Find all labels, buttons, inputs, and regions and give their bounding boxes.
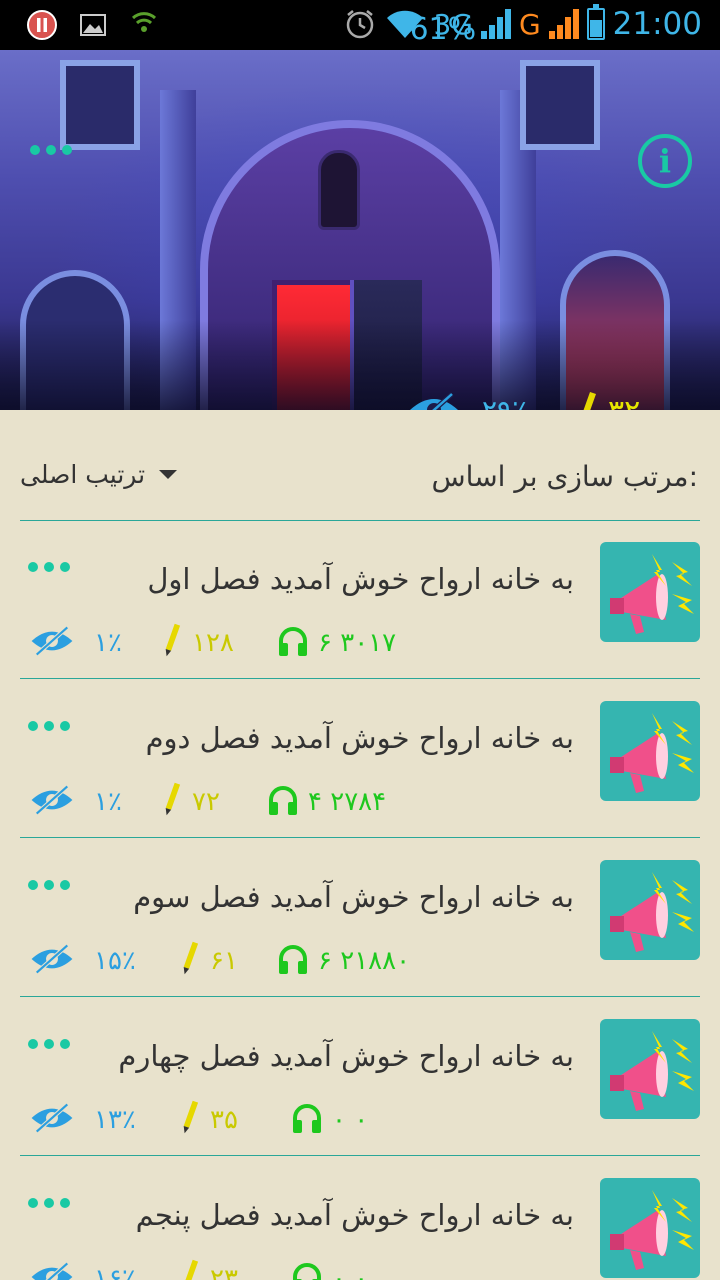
signal-sim2-icon: [548, 9, 579, 39]
pencil-icon: [583, 392, 596, 410]
chapter-read-percent: ۱٪: [94, 787, 122, 817]
wifi-hotspot-icon: [131, 12, 157, 32]
eye-off-icon: [410, 392, 458, 410]
chapter-notes-count: ۳۵: [210, 1105, 238, 1135]
chapter-notes-count: ۷۲: [192, 787, 220, 817]
chapter-title: به خانه ارواح خوش آمدید فصل اول: [147, 562, 574, 596]
signal-sim1-icon: [480, 9, 511, 39]
alarm-icon: [347, 10, 374, 39]
battery-percent: 61%: [409, 12, 477, 47]
chapter-more-button[interactable]: [28, 1039, 70, 1049]
chapter-stats: ۱۳٪ ۳۵ ۰ ۰: [28, 1099, 428, 1139]
pencil-icon: [185, 1259, 199, 1280]
dropdown-caret-icon: [159, 470, 178, 479]
chapter-read-percent: ۱۳٪: [94, 1105, 136, 1135]
chapter-listens-count: ۰ ۰: [332, 1264, 369, 1280]
headphones-icon: [293, 1263, 321, 1280]
eye-off-icon: [31, 943, 73, 975]
chapter-listens-count: ۴ ۲۷۸۴: [308, 787, 387, 817]
headphones-icon: [293, 1104, 321, 1133]
pause-icon: [27, 10, 57, 40]
chapter-title: به خانه ارواح خوش آمدید فصل چهارم: [118, 1039, 574, 1073]
headphones-icon: [279, 627, 307, 656]
chapter-stats: ۱٪ ۷۲ ۴ ۲۷۸۴: [28, 781, 428, 821]
pencil-icon: [183, 1100, 199, 1134]
list-item[interactable]: به خانه ارواح خوش آمدید فصل چهارم ۱۳٪ ۳۵…: [0, 997, 720, 1155]
megaphone-icon: [600, 860, 700, 960]
megaphone-icon: [600, 542, 700, 642]
megaphone-icon: [600, 1019, 700, 1119]
more-menu-button[interactable]: [30, 145, 72, 155]
eye-off-icon: [31, 784, 73, 816]
network-g-label: G: [518, 7, 541, 41]
megaphone-icon: [600, 1178, 700, 1278]
pencil-icon: [183, 941, 199, 975]
clock: 21:00: [612, 6, 702, 42]
sort-bar: مرتب سازی بر اساس: ترتیب اصلی: [0, 430, 720, 520]
chapter-listens-count: ۰ ۰: [332, 1105, 369, 1135]
chapter-read-percent: ۱۶٪: [94, 1264, 136, 1280]
sort-label: مرتب سازی بر اساس:: [431, 460, 699, 493]
eye-off-icon: [31, 1102, 73, 1134]
chapter-notes-count: ۱۲۸: [192, 628, 234, 658]
eye-off-icon: [31, 625, 73, 657]
pencil-icon: [165, 782, 181, 816]
list-item[interactable]: به خانه ارواح خوش آمدید فصل دوم ۱٪ ۷۲ ۴ …: [0, 679, 720, 837]
megaphone-icon: [600, 701, 700, 801]
chapter-notes-count: ۲۳: [210, 1264, 238, 1280]
sort-dropdown[interactable]: ترتیب اصلی: [20, 460, 178, 489]
chapter-more-button[interactable]: [28, 562, 70, 572]
chapter-read-percent: ۱۵٪: [94, 946, 136, 976]
chapter-list: به خانه ارواح خوش آمدید فصل اول ۱٪ ۱۲۸ ۶…: [0, 520, 720, 1280]
chapter-stats: ۱۵٪ ۶۱ ۶ ۲۱۸۸۰: [28, 940, 428, 980]
book-cover-header: i ۲۹٪ ۳۲۰: [0, 50, 720, 410]
status-bar: 3G G 61% 21:00: [0, 0, 720, 50]
chapter-title: به خانه ارواح خوش آمدید فصل دوم: [145, 721, 574, 755]
sort-selected-value: ترتیب اصلی: [20, 460, 146, 489]
headphones-icon: [269, 786, 297, 815]
chapter-listens-count: ۶ ۲۱۸۸۰: [318, 946, 411, 976]
list-item[interactable]: به خانه ارواح خوش آمدید فصل سوم ۱۵٪ ۶۱ ۶…: [0, 838, 720, 996]
list-item[interactable]: به خانه ارواح خوش آمدید فصل پنجم ۱۶٪ ۲۳ …: [0, 1156, 720, 1280]
chapter-title: به خانه ارواح خوش آمدید فصل پنجم: [135, 1198, 574, 1232]
battery-icon: [586, 4, 605, 40]
chapter-more-button[interactable]: [28, 880, 70, 890]
eye-off-icon: [31, 1261, 73, 1280]
image-icon: [80, 14, 106, 36]
info-button[interactable]: i: [638, 134, 692, 188]
book-read-percent: ۲۹٪: [482, 394, 527, 410]
chapter-more-button[interactable]: [28, 721, 70, 731]
book-stats: ۲۹٪ ۳۲۰: [0, 390, 720, 410]
chapter-stats: ۱۶٪ ۲۳ ۰ ۰: [28, 1258, 428, 1280]
book-notes-count: ۳۲۰: [608, 394, 656, 410]
pencil-icon: [165, 623, 181, 657]
chapter-notes-count: ۶۱: [210, 946, 238, 976]
chapter-read-percent: ۱٪: [94, 628, 122, 658]
chapter-listens-count: ۶ ۳۰۱۷: [318, 628, 397, 658]
chapter-title: به خانه ارواح خوش آمدید فصل سوم: [133, 880, 574, 914]
chapter-stats: ۱٪ ۱۲۸ ۶ ۳۰۱۷: [28, 622, 428, 662]
list-item[interactable]: به خانه ارواح خوش آمدید فصل اول ۱٪ ۱۲۸ ۶…: [0, 520, 720, 678]
chapter-more-button[interactable]: [28, 1198, 70, 1208]
headphones-icon: [279, 945, 307, 974]
